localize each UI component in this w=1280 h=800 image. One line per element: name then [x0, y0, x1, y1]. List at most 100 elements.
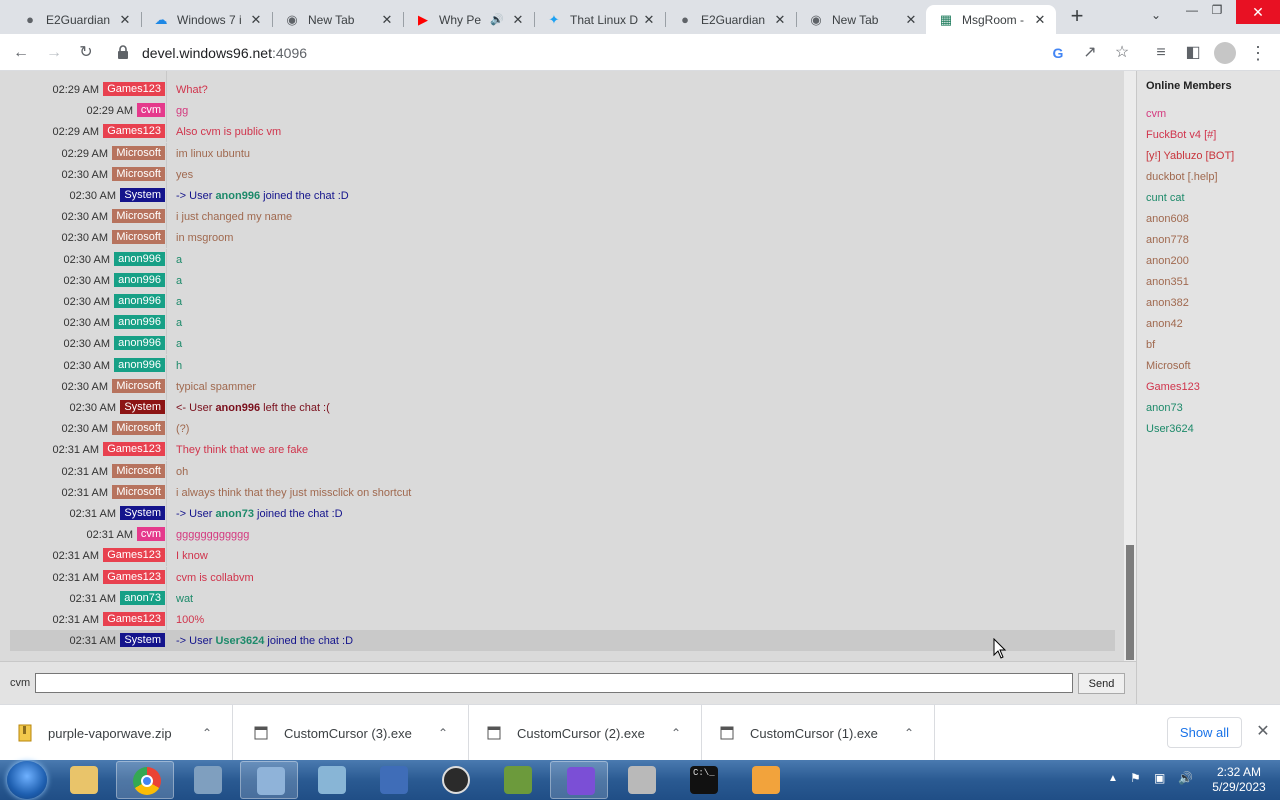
member-item[interactable]: FuckBot v4 [#]	[1146, 129, 1216, 141]
taskbar-app[interactable]	[612, 761, 670, 799]
audio-playing-icon[interactable]: 🔊	[490, 13, 504, 26]
chat-scrollbar[interactable]	[1124, 71, 1136, 661]
message-username[interactable]: Microsoft	[112, 378, 165, 393]
taskbar-app[interactable]	[426, 761, 484, 799]
member-item[interactable]: cvm	[1146, 108, 1166, 120]
minimize-button[interactable]: —	[1180, 3, 1204, 17]
taskbar-clock[interactable]: 2:32 AM 5/29/2023	[1208, 765, 1270, 795]
side-panel-icon[interactable]: ◧	[1182, 42, 1204, 64]
close-window-button[interactable]: ✕	[1236, 0, 1280, 24]
taskbar-app[interactable]	[240, 761, 298, 799]
close-tab-icon[interactable]: ✕	[115, 12, 135, 28]
member-item[interactable]: anon351	[1146, 276, 1189, 288]
reading-list-icon[interactable]: ≡	[1150, 42, 1172, 64]
message-username[interactable]: Microsoft	[112, 166, 165, 181]
message-username[interactable]: Microsoft	[112, 209, 165, 224]
message-username[interactable]: System	[120, 188, 165, 202]
tab-2[interactable]: ☁ Windows 7 i ✕	[141, 5, 272, 34]
reload-icon[interactable]: ↻	[75, 42, 97, 64]
download-item[interactable]: CustomCursor (3).exe ⌃	[236, 705, 469, 761]
message-username[interactable]: Games123	[103, 569, 165, 584]
tab-5[interactable]: ✦ That Linux D ✕	[534, 5, 665, 34]
show-all-downloads-button[interactable]: Show all	[1167, 717, 1242, 748]
chevron-up-icon[interactable]: ⌃	[428, 726, 458, 740]
taskbar-app[interactable]	[364, 761, 422, 799]
message-username[interactable]: Microsoft	[112, 463, 165, 478]
member-item[interactable]: anon382	[1146, 297, 1189, 309]
message-username[interactable]: cvm	[136, 527, 165, 542]
tab-7[interactable]: ◉ New Tab ✕	[796, 5, 927, 34]
message-username[interactable]: Games123	[103, 612, 165, 626]
taskbar-app[interactable]	[550, 761, 608, 799]
message-username[interactable]: anon996	[114, 272, 165, 287]
member-item[interactable]: Microsoft	[1146, 360, 1191, 372]
close-tab-icon[interactable]: ✕	[770, 12, 790, 28]
address-bar[interactable]: devel.windows96.net:4096	[110, 38, 1140, 67]
message-username[interactable]: anon996	[114, 251, 165, 266]
message-username[interactable]: Microsoft	[112, 484, 165, 499]
message-username[interactable]: anon996	[114, 357, 165, 372]
message-username[interactable]: Microsoft	[112, 230, 165, 245]
message-username[interactable]: anon996	[114, 294, 165, 308]
start-button-icon[interactable]	[7, 761, 47, 799]
volume-icon[interactable]: 🔊	[1178, 771, 1193, 785]
message-username[interactable]: anon996	[114, 315, 165, 330]
profile-avatar-icon[interactable]	[1214, 42, 1236, 64]
back-icon[interactable]: ←	[10, 42, 32, 64]
close-tab-icon[interactable]: ✕	[1030, 12, 1050, 28]
close-tab-icon[interactable]: ✕	[508, 12, 528, 28]
download-item[interactable]: CustomCursor (2).exe ⌃	[469, 705, 702, 761]
tab-1[interactable]: ● E2Guardian ✕	[10, 5, 141, 34]
member-item[interactable]: Games123	[1146, 381, 1200, 393]
scrollbar-thumb[interactable]	[1126, 545, 1134, 660]
bookmark-star-icon[interactable]: ☆	[1111, 42, 1133, 64]
action-center-flag-icon[interactable]: ⚑	[1130, 771, 1141, 785]
member-item[interactable]: cunt cat	[1146, 192, 1185, 204]
close-tab-icon[interactable]: ✕	[639, 12, 659, 28]
member-item[interactable]: anon200	[1146, 255, 1189, 267]
share-icon[interactable]: ↗	[1079, 42, 1101, 64]
taskbar-app[interactable]	[488, 761, 546, 799]
tray-expand-icon[interactable]: ▲	[1108, 773, 1118, 784]
download-item[interactable]: purple-vaporwave.zip ⌃	[0, 705, 233, 761]
message-username[interactable]: anon996	[114, 336, 165, 351]
maximize-button[interactable]: ❐	[1205, 3, 1229, 17]
tab-6[interactable]: ● E2Guardian ✕	[665, 5, 796, 34]
message-input[interactable]	[35, 673, 1073, 693]
tab-search-icon[interactable]: ⌄	[1144, 8, 1168, 22]
network-icon[interactable]: ▣	[1154, 771, 1165, 785]
tab-4[interactable]: ▶ Why Pe 🔊 ✕	[403, 5, 534, 34]
google-translate-icon[interactable]: G	[1047, 42, 1069, 64]
message-username[interactable]: System	[120, 400, 165, 414]
member-item[interactable]: anon778	[1146, 234, 1189, 246]
message-username[interactable]: Microsoft	[112, 421, 165, 436]
message-username[interactable]: anon73	[120, 590, 165, 605]
taskbar-app[interactable]	[54, 761, 112, 799]
member-item[interactable]: User3624	[1146, 423, 1194, 435]
message-username[interactable]: Games123	[103, 548, 165, 563]
close-tab-icon[interactable]: ✕	[246, 12, 266, 28]
forward-icon[interactable]: →	[43, 42, 65, 64]
member-item[interactable]: anon73	[1146, 402, 1183, 414]
member-item[interactable]: [y!] Yabluzo [BOT]	[1146, 150, 1234, 162]
chevron-up-icon[interactable]: ⌃	[661, 726, 691, 740]
lock-icon[interactable]	[116, 44, 130, 60]
chevron-up-icon[interactable]: ⌃	[894, 726, 924, 740]
member-item[interactable]: anon42	[1146, 318, 1183, 330]
message-username[interactable]: Games123	[103, 124, 165, 139]
chevron-up-icon[interactable]: ⌃	[192, 726, 222, 740]
tab-8[interactable]: ▦ MsgRoom - ✕	[926, 5, 1056, 34]
member-item[interactable]: anon608	[1146, 213, 1189, 225]
taskbar-app[interactable]: C:\_	[674, 761, 732, 799]
send-button[interactable]: Send	[1078, 673, 1125, 694]
message-username[interactable]: Microsoft	[112, 145, 165, 160]
taskbar-app[interactable]	[116, 761, 174, 799]
taskbar-app[interactable]	[736, 761, 794, 799]
download-item[interactable]: CustomCursor (1).exe ⌃	[702, 705, 935, 761]
close-tab-icon[interactable]: ✕	[377, 12, 397, 28]
member-item[interactable]: bf	[1146, 339, 1155, 351]
close-downloads-bar-icon[interactable]: ✕	[1254, 723, 1272, 741]
tab-3[interactable]: ◉ New Tab ✕	[272, 5, 403, 34]
message-username[interactable]: System	[120, 633, 165, 648]
message-username[interactable]: cvm	[136, 103, 165, 118]
